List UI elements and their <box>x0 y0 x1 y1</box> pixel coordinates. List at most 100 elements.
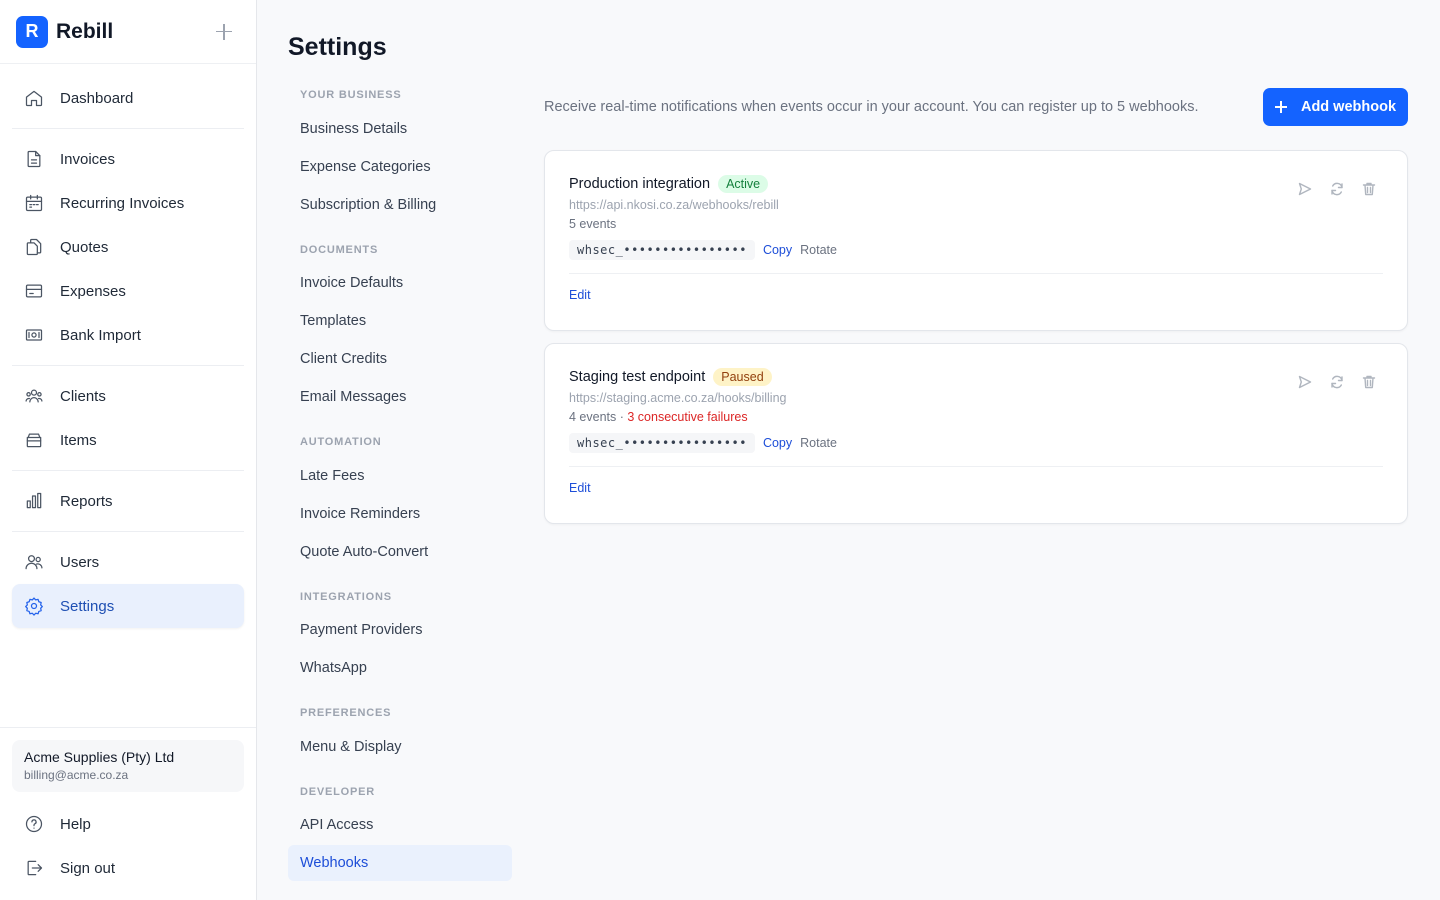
settings-item-client-credits[interactable]: Client Credits <box>288 341 512 377</box>
settings-item-quote-auto-convert[interactable]: Quote Auto-Convert <box>288 534 512 570</box>
plus-icon <box>1274 101 1287 113</box>
users-icon <box>25 555 43 570</box>
refresh-icon[interactable] <box>1329 374 1345 390</box>
sign-out-icon <box>27 860 43 876</box>
edit-webhook-link[interactable]: Edit <box>569 288 591 302</box>
webhook-name: Staging test endpoint <box>569 369 706 385</box>
trash-icon[interactable] <box>1361 374 1377 390</box>
nav-divider <box>12 365 244 366</box>
sidebar-item-quotes[interactable]: Quotes <box>12 225 244 269</box>
sidebar-item-label: Bank Import <box>60 326 141 344</box>
sidebar-item-label: Reports <box>60 492 113 510</box>
sidebar-item-settings[interactable]: Settings <box>12 584 244 628</box>
settings-item-invoice-reminders[interactable]: Invoice Reminders <box>288 496 512 532</box>
settings-item-api-access[interactable]: API Access <box>288 807 512 843</box>
account-switcher[interactable]: Acme Supplies (Pty) Ltd billing@acme.co.… <box>12 740 244 792</box>
sidebar-item-label: Users <box>60 553 100 571</box>
card-divider <box>569 466 1383 467</box>
account-name: Acme Supplies (Pty) Ltd <box>24 749 175 765</box>
settings-group-heading: YOUR BUSINESS <box>300 89 402 101</box>
rotate-secret-link[interactable]: Rotate <box>800 243 837 257</box>
sidebar-item-sign-out[interactable]: Sign out <box>12 846 244 890</box>
send-test-icon[interactable] <box>1297 181 1313 197</box>
send-test-icon[interactable] <box>1297 374 1313 390</box>
box-icon <box>26 433 42 448</box>
sidebar-item-expenses[interactable]: Expenses <box>12 269 244 313</box>
settings-item-payment-providers[interactable]: Payment Providers <box>288 612 512 648</box>
sidebar-item-users[interactable]: Users <box>12 540 244 584</box>
settings-group-heading: INTEGRATIONS <box>300 591 392 603</box>
webhook-actions <box>1281 374 1377 390</box>
settings-item-expense-categories[interactable]: Expense Categories <box>288 149 512 185</box>
gear-icon <box>25 597 43 616</box>
sidebar-item-label: Settings <box>60 597 115 615</box>
settings-group-heading: PREFERENCES <box>300 707 392 719</box>
calendar-icon <box>25 194 43 212</box>
settings-item-subscription-billing[interactable]: Subscription & Billing <box>288 187 512 223</box>
event-count: 4 events <box>569 410 617 424</box>
rotate-secret-link[interactable]: Rotate <box>800 436 837 450</box>
sidebar-item-label: Invoices <box>60 150 116 168</box>
webhook-events: 5 events <box>569 217 616 231</box>
copy-document-icon <box>26 238 42 256</box>
add-webhook-button[interactable]: Add webhook <box>1263 88 1408 126</box>
sidebar-item-reports[interactable]: Reports <box>12 479 244 523</box>
webhook-name: Production integration <box>569 176 711 192</box>
settings-item-menu-display[interactable]: Menu & Display <box>288 729 512 765</box>
webhook-card: Staging test endpoint Paused https://sta… <box>544 343 1408 524</box>
status-badge: Paused <box>713 368 772 386</box>
webhook-url: https://api.nkosi.co.za/webhooks/rebill <box>569 198 779 212</box>
credit-card-icon <box>25 284 43 298</box>
settings-item-templates[interactable]: Templates <box>288 303 512 339</box>
sidebar-item-clients[interactable]: Clients <box>12 374 244 418</box>
settings-item-business-details[interactable]: Business Details <box>288 111 512 147</box>
sidebar-item-label: Expenses <box>60 282 126 300</box>
settings-item-webhooks[interactable]: Webhooks <box>288 845 512 881</box>
signing-secret: whsec_•••••••••••••••• <box>569 240 755 260</box>
settings-item-email-messages[interactable]: Email Messages <box>288 379 512 415</box>
brand-logo[interactable]: R <box>16 15 48 48</box>
sidebar-item-label: Recurring Invoices <box>60 194 185 212</box>
home-icon <box>25 90 43 107</box>
banknote-icon <box>25 329 43 341</box>
sidebar-item-label: Dashboard <box>60 89 134 107</box>
brand-header: R Rebill <box>0 0 256 64</box>
edit-webhook-link[interactable]: Edit <box>569 481 591 495</box>
event-count: 5 events <box>569 217 617 231</box>
copy-secret-link[interactable]: Copy <box>763 243 792 257</box>
sidebar-item-label: Sign out <box>60 859 116 877</box>
nav-divider <box>12 531 244 532</box>
sidebar-item-items[interactable]: Items <box>12 418 244 462</box>
sidebar-item-label: Quotes <box>60 238 109 256</box>
failure-count: 3 consecutive failures <box>627 410 748 424</box>
sidebar-item-help[interactable]: Help <box>12 802 244 846</box>
sidebar-item-recurring-invoices[interactable]: Recurring Invoices <box>12 181 244 225</box>
document-icon <box>27 150 41 168</box>
settings-item-invoice-defaults[interactable]: Invoice Defaults <box>288 265 512 301</box>
nav-divider <box>12 128 244 129</box>
account-email: billing@acme.co.za <box>24 768 129 782</box>
sidebar-item-dashboard[interactable]: Dashboard <box>12 76 244 120</box>
sidebar-item-bank-import[interactable]: Bank Import <box>12 313 244 357</box>
card-divider <box>569 273 1383 274</box>
status-badge: Active <box>718 175 769 193</box>
events-separator: · <box>616 410 628 424</box>
sidebar-item-invoices[interactable]: Invoices <box>12 137 244 181</box>
add-webhook-label: Add webhook <box>1300 99 1397 115</box>
signing-secret: whsec_•••••••••••••••• <box>569 433 755 453</box>
brand-name: Rebill <box>56 19 114 43</box>
plus-icon[interactable] <box>216 23 232 40</box>
page-title: Settings <box>288 33 387 61</box>
sidebar-item-label: Help <box>60 815 91 833</box>
settings-item-late-fees[interactable]: Late Fees <box>288 458 512 494</box>
webhooks-intro: Receive real-time notifications when eve… <box>544 99 1199 115</box>
trash-icon[interactable] <box>1361 181 1377 197</box>
settings-item-whatsapp[interactable]: WhatsApp <box>288 650 512 686</box>
settings-group-heading: AUTOMATION <box>300 436 382 448</box>
sidebar-item-label: Clients <box>60 387 106 405</box>
bar-chart-icon <box>26 492 42 509</box>
webhook-card: Production integration Active https://ap… <box>544 150 1408 331</box>
refresh-icon[interactable] <box>1329 181 1345 197</box>
sidebar-item-label: Items <box>60 431 97 449</box>
copy-secret-link[interactable]: Copy <box>763 436 792 450</box>
